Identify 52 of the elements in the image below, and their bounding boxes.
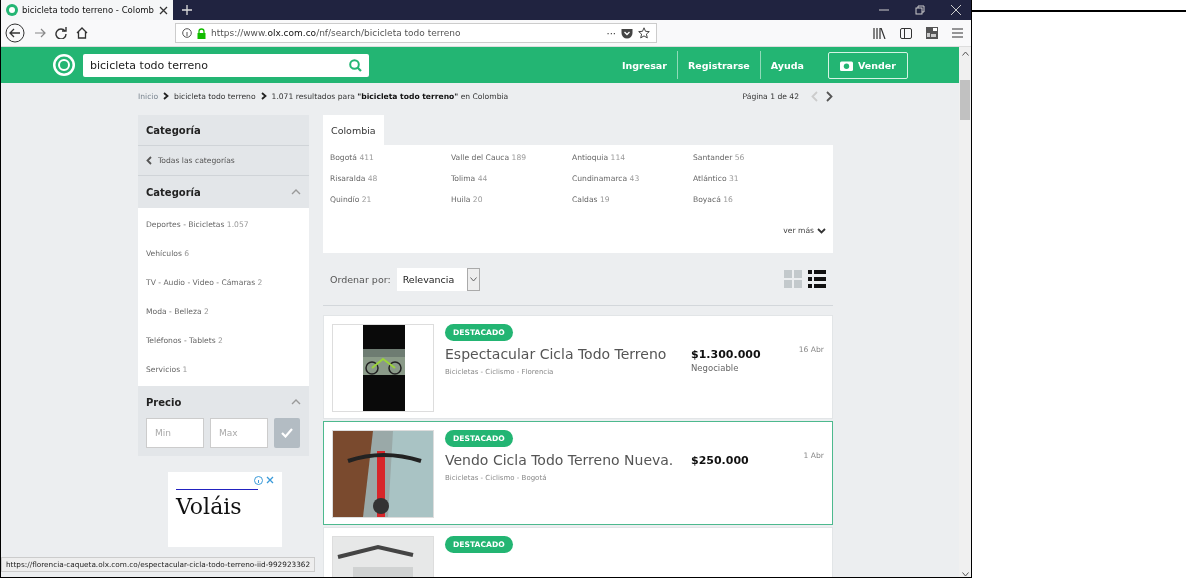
list-view-icon[interactable] xyxy=(808,270,826,288)
search-icon[interactable] xyxy=(349,58,362,72)
site-icon xyxy=(6,4,18,16)
section-header[interactable]: Categoría xyxy=(138,176,309,208)
menu-icon[interactable] xyxy=(952,28,963,38)
scroll-down-icon[interactable] xyxy=(961,572,969,577)
pocket-icon[interactable] xyxy=(621,27,633,39)
next-icon[interactable] xyxy=(826,90,833,102)
check-icon xyxy=(281,428,293,438)
lock-icon xyxy=(197,27,206,39)
chevron-right-icon xyxy=(163,92,170,100)
chevron-down-icon xyxy=(817,227,826,234)
caret-icon xyxy=(469,276,477,282)
chevron-left-icon xyxy=(146,156,152,165)
new-tab-icon[interactable] xyxy=(182,5,192,15)
listing-title[interactable]: Espectacular Cicla Todo Terreno xyxy=(445,346,667,362)
browser-tab[interactable]: bicicleta todo terreno - Colomb xyxy=(1,0,173,20)
scroll-up-icon[interactable] xyxy=(961,51,969,56)
sidebar-heading: Categoría xyxy=(138,115,309,146)
forward-icon[interactable] xyxy=(34,28,46,38)
ad-info-icon[interactable] xyxy=(254,476,263,485)
tab-title: bicicleta todo terreno - Colomb xyxy=(22,5,155,15)
olx-logo-icon[interactable] xyxy=(53,54,75,76)
page-actions-button[interactable]: ··· xyxy=(606,27,616,39)
back-icon[interactable] xyxy=(5,23,25,43)
home-icon[interactable] xyxy=(76,27,88,39)
max-price-field[interactable]: Max xyxy=(210,418,268,448)
price-note: Negociable xyxy=(691,363,740,373)
sort-label: Ordenar por: xyxy=(330,273,391,285)
listing-price: $250.000 xyxy=(691,454,750,467)
listing-title[interactable]: Vendo Cicla Todo Terreno Nueva. xyxy=(445,452,674,468)
min-price-field[interactable]: Min xyxy=(146,418,204,448)
restore-icon[interactable] xyxy=(915,5,925,15)
camera-icon xyxy=(840,59,853,71)
info-icon xyxy=(182,28,192,38)
ad-text: Voláis xyxy=(176,494,243,519)
ad-banner[interactable]: Voláis xyxy=(168,472,282,547)
reload-icon[interactable] xyxy=(55,27,67,39)
search-field[interactable]: bicicleta todo terreno xyxy=(83,53,369,77)
scrollbar[interactable] xyxy=(959,47,971,577)
library-icon[interactable] xyxy=(873,27,886,39)
listing-price: $1.300.000 xyxy=(691,348,762,361)
location-tab[interactable]: Colombia xyxy=(323,115,384,145)
star-icon[interactable] xyxy=(638,27,650,39)
sidebar-icon[interactable] xyxy=(900,27,912,39)
extension-icon[interactable] xyxy=(926,27,938,39)
url-text: https://www.olx.com.co/nf/search/bicicleta todo terreno xyxy=(211,28,462,38)
close-icon[interactable] xyxy=(159,5,168,15)
chevron-right-icon xyxy=(260,92,267,100)
sort-dropdown[interactable]: Relevancia xyxy=(396,267,480,291)
address-bar[interactable]: https://www.olx.com.co/nf/search/bicicleta todo terreno ··· xyxy=(175,23,657,43)
scrollbar-thumb[interactable] xyxy=(960,80,970,120)
